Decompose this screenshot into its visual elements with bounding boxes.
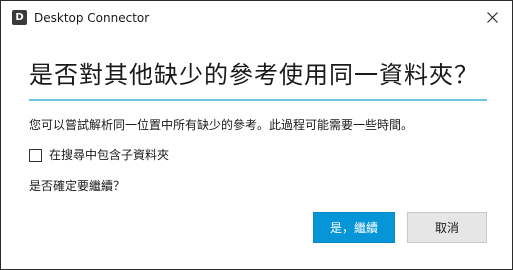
include-subfolders-option[interactable]: 在搜尋中包含子資料夾 xyxy=(29,146,169,164)
dialog-window: D Desktop Connector 是否對其他缺少的參考使用同一資料夾？ 您… xyxy=(0,0,513,270)
window-title: Desktop Connector xyxy=(34,11,150,25)
continue-button[interactable]: 是，繼續 xyxy=(313,212,395,243)
close-button[interactable] xyxy=(472,1,512,34)
include-subfolders-checkbox[interactable] xyxy=(29,148,42,162)
cancel-button[interactable]: 取消 xyxy=(407,212,487,243)
app-icon: D xyxy=(12,10,27,25)
include-subfolders-label[interactable]: 在搜尋中包含子資料夾 xyxy=(49,146,169,164)
confirm-question: 是否確定要繼續？ xyxy=(29,179,126,193)
close-icon xyxy=(486,12,498,23)
dialog-heading: 是否對其他缺少的參考使用同一資料夾？ xyxy=(29,61,479,89)
title-bar: D Desktop Connector xyxy=(1,1,512,34)
dialog-description: 您可以嘗試解析同一位置中所有缺少的參考。此過程可能需要一些時間。 xyxy=(29,118,414,132)
heading-divider xyxy=(29,99,487,101)
